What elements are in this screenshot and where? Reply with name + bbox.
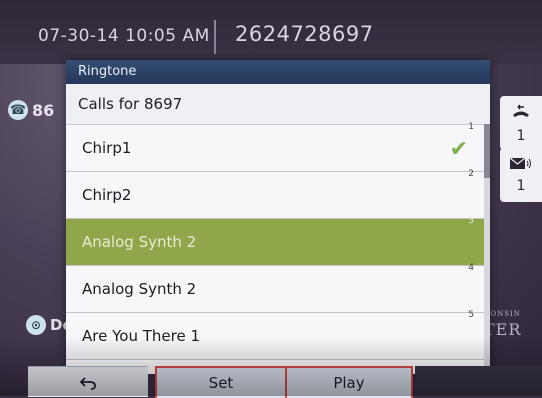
set-button[interactable]: Set [155, 366, 287, 398]
back-button[interactable] [28, 366, 148, 397]
extension-number: 2624728697 [235, 22, 374, 46]
voicemail-key[interactable]: 1 [500, 148, 542, 202]
list-item-label: Chirp2 [82, 186, 132, 204]
line-key-label: 86 [32, 100, 55, 120]
missed-calls-count: 1 [516, 128, 526, 144]
list-item-number: 2 [468, 169, 474, 179]
list-item[interactable]: Chirp2 2 [66, 169, 490, 219]
dialog-subtitle: Calls for 8697 [66, 84, 490, 125]
header-divider [214, 20, 216, 54]
list-item-selected[interactable]: Analog Synth 2 3 [66, 216, 490, 266]
checkmark-icon: ✔ [449, 137, 468, 162]
status-header: 07-30-14 10:05 AM 2624728697 [0, 0, 542, 64]
back-arrow-icon [79, 373, 97, 391]
list-item[interactable]: Analog Synth 2 4 [66, 263, 490, 313]
list-item[interactable]: Are You There 1 5 [66, 310, 490, 360]
missed-calls-key[interactable]: 1 [500, 96, 542, 150]
scrollbar-thumb[interactable] [484, 124, 490, 178]
empty-softkey [415, 366, 542, 396]
list-item-number: 1 [468, 122, 474, 132]
handset-icon: ☎ [8, 100, 28, 120]
play-button[interactable]: Play [285, 366, 413, 398]
line-key[interactable]: ☎ 86 [8, 100, 54, 120]
date-time: 07-30-14 10:05 AM [38, 26, 210, 46]
list-item-label: Analog Synth 2 [82, 280, 197, 298]
ringtone-dialog: Ringtone Calls for 8697 Chirp1 1 ✔ Chirp… [66, 60, 490, 374]
list-scrollbar[interactable] [484, 124, 490, 374]
softkey-bar: Set Play [0, 366, 542, 398]
lock-icon: ⊙ [26, 315, 46, 335]
list-item-number: 3 [468, 216, 474, 226]
dialog-title: Ringtone [66, 60, 490, 84]
voicemail-count: 1 [516, 178, 526, 194]
list-item-label: Analog Synth 2 [82, 233, 197, 251]
list-item-label: Are You There 1 [82, 327, 200, 345]
ringtone-list: Chirp1 1 ✔ Chirp2 2 Analog Synth 2 3 Ana… [66, 122, 490, 360]
envelope-icon [509, 156, 533, 176]
list-item-number: 5 [468, 310, 474, 320]
list-item-number: 4 [468, 263, 474, 273]
list-item-label: Chirp1 [82, 139, 132, 157]
list-item[interactable]: Chirp1 1 ✔ [66, 122, 490, 172]
phone-arrow-icon [510, 102, 532, 126]
